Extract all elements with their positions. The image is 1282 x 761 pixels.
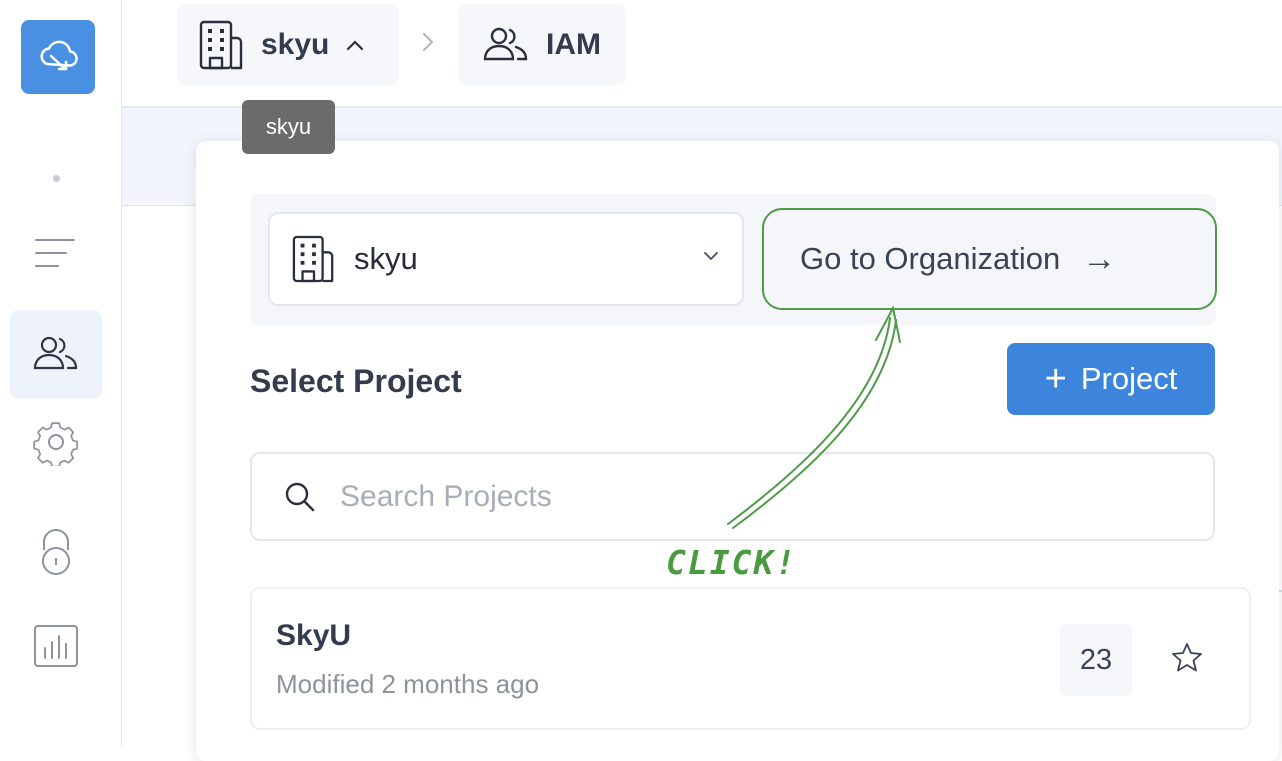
chevron-down-icon [704,252,718,261]
add-project-button[interactable]: + Project [1007,343,1215,415]
go-to-organization-label: Go to Organization [800,241,1061,276]
sidebar-item-menu[interactable] [10,210,102,298]
breadcrumb-iam[interactable]: IAM [458,4,626,85]
breadcrumb-org[interactable]: skyu [177,4,399,85]
breadcrumb: skyu IAM [122,0,1282,108]
sidebar-item-users[interactable] [10,310,102,398]
project-selector-panel: skyu Go to Organization → Select Project… [196,141,1279,761]
sidebar-item-settings[interactable] [10,398,102,486]
sidebar [0,0,122,746]
search-projects-input[interactable] [340,479,1140,514]
sidebar-dot [53,175,60,182]
cloud-logo-icon [40,40,78,71]
plus-icon: + [1044,357,1067,400]
org-switcher: skyu Go to Organization → [250,194,1217,325]
star-icon[interactable] [1170,641,1204,675]
org-tooltip: skyu [242,100,335,154]
breadcrumb-iam-label: IAM [546,27,601,61]
sidebar-item-security[interactable] [10,508,102,596]
building-icon [199,20,243,69]
users-icon [33,336,78,370]
chevron-up-icon [347,39,364,50]
project-count-badge: 23 [1060,624,1132,696]
project-name: SkyU [276,619,352,652]
project-modified: Modified 2 months ago [276,669,540,699]
menu-lines-icon [35,239,75,267]
arrow-right-icon: → [1082,239,1117,278]
lock-icon [42,529,70,575]
add-project-label: Project [1080,361,1178,396]
gear-icon [33,422,79,466]
users-icon [483,27,528,60]
project-search [250,452,1215,541]
building-icon [292,235,334,283]
selected-org-name: skyu [354,241,418,276]
org-select-dropdown[interactable]: skyu [268,212,744,306]
sidebar-item-reports[interactable] [10,602,102,690]
breadcrumb-org-label: skyu [261,27,330,61]
chevron-right-icon [422,32,434,52]
chart-icon [34,625,78,667]
project-card[interactable]: SkyU Modified 2 months ago 23 [250,587,1251,730]
select-project-title: Select Project [250,363,462,399]
search-icon [285,482,315,511]
app-logo[interactable] [21,20,95,94]
go-to-organization-button[interactable]: Go to Organization → [762,208,1217,310]
click-annotation-text: CLICK! [666,543,798,582]
